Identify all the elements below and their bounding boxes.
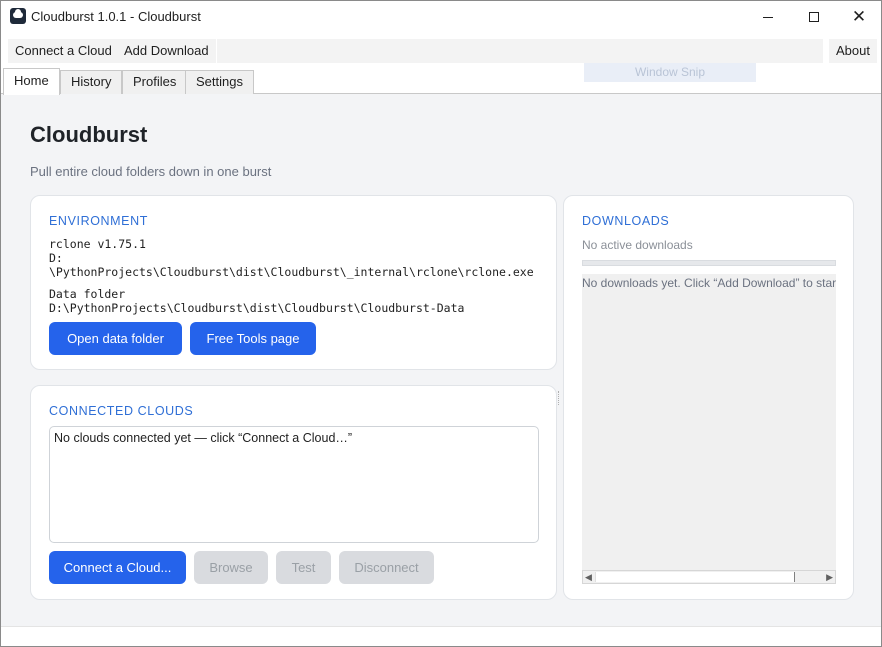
environment-heading: ENVIRONMENT (49, 214, 148, 228)
rclone-version: rclone v1.75.1 (49, 237, 146, 251)
data-folder-path: D:\PythonProjects\Cloudburst\dist\Cloudb… (49, 301, 465, 315)
scroll-left-icon[interactable]: ◀ (585, 571, 592, 583)
title-bar: Cloudburst 1.0.1 - Cloudburst ✕ (1, 1, 881, 33)
rclone-path-drive: D: (49, 251, 63, 265)
downloads-horizontal-scrollbar[interactable]: ◀ ▶ (582, 570, 836, 584)
window-title: Cloudburst 1.0.1 - Cloudburst (31, 9, 201, 24)
add-download-menu-button[interactable]: Add Download (117, 39, 216, 63)
connect-cloud-menu-button[interactable]: Connect a Cloud (8, 39, 119, 63)
page-title: Cloudburst (30, 122, 148, 147)
connected-clouds-card: CONNECTED CLOUDS No clouds connected yet… (30, 385, 557, 600)
maximize-icon (809, 12, 819, 22)
about-menu-button[interactable]: About (829, 39, 877, 63)
clouds-list[interactable]: No clouds connected yet — click “Connect… (49, 426, 539, 543)
download-progress-bar (582, 260, 836, 266)
menu-bar-spacer (217, 39, 823, 63)
open-data-folder-button[interactable]: Open data folder (49, 322, 182, 355)
minimize-button[interactable] (745, 1, 791, 33)
page-subtitle: Pull entire cloud folders down in one bu… (30, 164, 272, 179)
app-window: Cloudburst 1.0.1 - Cloudburst ✕ Connect … (0, 0, 882, 647)
connected-clouds-heading: CONNECTED CLOUDS (49, 404, 194, 418)
cloud-app-icon (10, 8, 26, 24)
maximize-button[interactable] (791, 1, 837, 33)
environment-card: ENVIRONMENT rclone v1.75.1 D: \PythonPro… (30, 195, 557, 370)
free-tools-page-button[interactable]: Free Tools page (190, 322, 316, 355)
tab-home[interactable]: Home (3, 68, 60, 95)
clouds-empty-message: No clouds connected yet — click “Connect… (54, 431, 353, 445)
tab-history[interactable]: History (60, 70, 123, 94)
status-bar (1, 626, 881, 646)
disconnect-button[interactable]: Disconnect (339, 551, 434, 584)
minimize-icon (763, 16, 773, 18)
browse-button[interactable]: Browse (194, 551, 268, 584)
menu-bar: Connect a Cloud Add Download About (1, 37, 881, 64)
downloads-card: DOWNLOADS No active downloads No downloa… (563, 195, 854, 600)
connect-cloud-button[interactable]: Connect a Cloud... (49, 551, 186, 584)
home-panel: Cloudburst Pull entire cloud folders dow… (1, 94, 881, 626)
rclone-path: \PythonProjects\Cloudburst\dist\Cloudbur… (49, 265, 534, 279)
scrollbar-thumb[interactable] (595, 572, 795, 582)
scroll-right-icon[interactable]: ▶ (826, 571, 833, 583)
tab-bar: Home History Profiles Settings (1, 68, 881, 95)
pane-splitter-handle[interactable] (558, 391, 562, 405)
test-button[interactable]: Test (276, 551, 331, 584)
downloads-log-message: No downloads yet. Click “Add Download” t… (582, 276, 836, 290)
downloads-log[interactable]: No downloads yet. Click “Add Download” t… (582, 274, 836, 577)
downloads-heading: DOWNLOADS (582, 214, 670, 228)
data-folder-label: Data folder (49, 287, 126, 301)
tab-settings[interactable]: Settings (185, 70, 254, 94)
close-icon: ✕ (851, 6, 867, 27)
downloads-status: No active downloads (582, 238, 693, 252)
close-button[interactable]: ✕ (836, 1, 881, 33)
tab-profiles[interactable]: Profiles (122, 70, 188, 94)
